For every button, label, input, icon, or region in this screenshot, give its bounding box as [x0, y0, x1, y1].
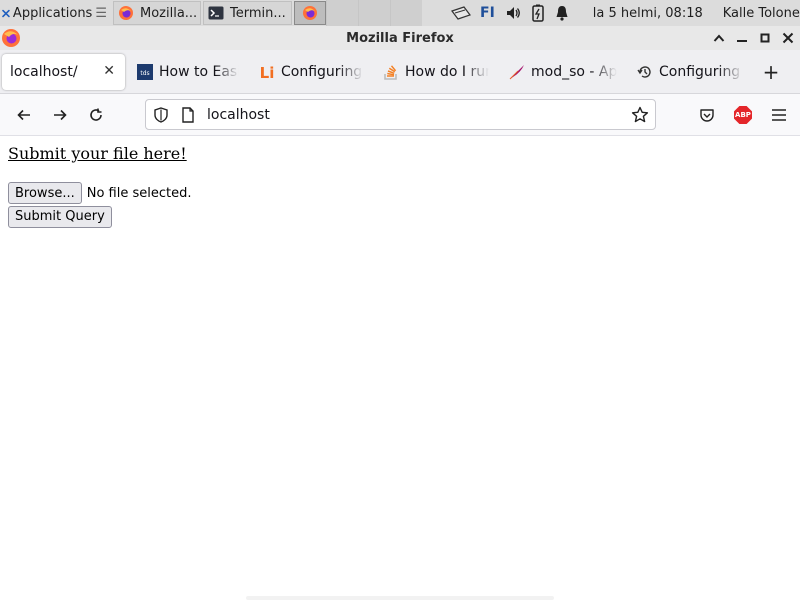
browse-button[interactable]: Browse...	[8, 182, 82, 204]
workspace-1[interactable]	[326, 0, 358, 26]
stackoverflow-icon	[383, 64, 399, 80]
tab-label: localhost/	[10, 63, 78, 80]
usb-drive-icon[interactable]	[450, 5, 472, 21]
menu-separator-icon: ☰	[95, 5, 107, 21]
firefox-icon	[303, 6, 317, 20]
tab-close-icon[interactable]: ✕	[103, 63, 115, 79]
tds-icon: tds	[137, 63, 153, 80]
adblock-plus-icon[interactable]: ABP	[734, 103, 752, 127]
tab-label: How do I run	[405, 63, 489, 80]
tab-localhost[interactable]: localhost/ ✕	[2, 53, 125, 90]
battery-icon[interactable]	[531, 4, 545, 22]
applications-menu-button[interactable]: Applications ☰	[0, 0, 111, 26]
taskbar-item-firefox-active[interactable]	[294, 1, 326, 25]
window-controls	[713, 26, 794, 50]
bookmark-star-icon[interactable]	[631, 106, 649, 124]
hamburger-menu-icon[interactable]	[770, 103, 788, 127]
navigation-toolbar: ABP	[0, 94, 800, 136]
window-up-icon[interactable]	[713, 31, 725, 45]
page-content: Submit your file here! Browse... No file…	[0, 137, 800, 600]
forward-arrow-icon[interactable]	[48, 103, 72, 127]
toolbar-right: ABP	[698, 103, 788, 127]
page-info-icon[interactable]	[180, 106, 196, 123]
tab-label: Configuring A	[659, 63, 743, 80]
submit-file-link[interactable]: Submit your file here!	[8, 144, 187, 163]
system-tray: FI la 5 helmi, 08:18 Kalle Tolonen	[440, 0, 800, 26]
url-bar[interactable]	[145, 99, 656, 130]
no-file-selected-text: No file selected.	[86, 185, 192, 201]
volume-icon[interactable]	[505, 5, 521, 21]
xfce-logo-icon	[2, 9, 10, 17]
apache-feather-icon	[509, 64, 525, 80]
tab-configuring-a[interactable]: Configuring A	[627, 56, 753, 88]
window-titlebar[interactable]: Mozilla Firefox	[0, 26, 800, 50]
tab-label: Configuring Ap	[281, 63, 363, 80]
reload-icon[interactable]	[84, 103, 108, 127]
keyboard-layout-indicator[interactable]: FI	[480, 5, 495, 21]
system-panel: Applications ☰ Mozilla... Termin... FI l…	[0, 0, 800, 26]
tracking-protection-shield-icon[interactable]	[152, 106, 170, 124]
taskbar-item-firefox[interactable]: Mozilla...	[113, 1, 201, 25]
tab-label: mod_so - Apac	[531, 63, 617, 80]
tab-configuring-ap[interactable]: Li Configuring Ap	[249, 56, 373, 88]
pocket-icon[interactable]	[698, 103, 716, 127]
new-tab-plus-icon[interactable]: +	[761, 60, 781, 84]
minimize-button[interactable]	[736, 31, 748, 45]
firefox-icon	[119, 6, 133, 20]
applications-menu-label: Applications	[12, 5, 93, 21]
url-input[interactable]	[207, 106, 587, 123]
history-icon	[637, 64, 653, 80]
li-icon: Li	[259, 64, 275, 80]
user-name[interactable]: Kalle Tolonen	[723, 6, 800, 21]
terminal-icon	[208, 6, 224, 20]
close-window-button[interactable]	[782, 31, 794, 45]
clock[interactable]: la 5 helmi, 08:18	[593, 6, 703, 21]
tab-label: How to Easily	[159, 63, 239, 80]
tab-mod-so[interactable]: mod_so - Apac	[499, 56, 627, 88]
firefox-icon	[2, 29, 20, 47]
notification-bell-icon[interactable]	[555, 5, 569, 21]
abp-badge: ABP	[734, 106, 752, 124]
workspace-3[interactable]	[390, 0, 422, 26]
workspace-2[interactable]	[358, 0, 390, 26]
window-title: Mozilla Firefox	[346, 30, 454, 46]
maximize-button[interactable]	[759, 31, 771, 45]
taskbar-item-label: Mozilla...	[140, 5, 198, 21]
svg-text:tds: tds	[140, 70, 149, 77]
tab-how-to-easily[interactable]: tds How to Easily	[127, 56, 249, 88]
svg-text:Li: Li	[260, 64, 275, 80]
taskbar-item-label: Termin...	[230, 5, 286, 21]
tab-strip: localhost/ ✕ tds How to Easily Li Config…	[0, 50, 800, 94]
scrollbar-hint	[246, 596, 554, 600]
back-arrow-icon[interactable]	[12, 103, 36, 127]
taskbar-item-terminal[interactable]: Termin...	[203, 1, 292, 25]
file-input: Browse... No file selected.	[8, 182, 191, 204]
submit-query-button[interactable]: Submit Query	[8, 205, 112, 228]
tab-how-do-i-run[interactable]: How do I run	[373, 56, 499, 88]
